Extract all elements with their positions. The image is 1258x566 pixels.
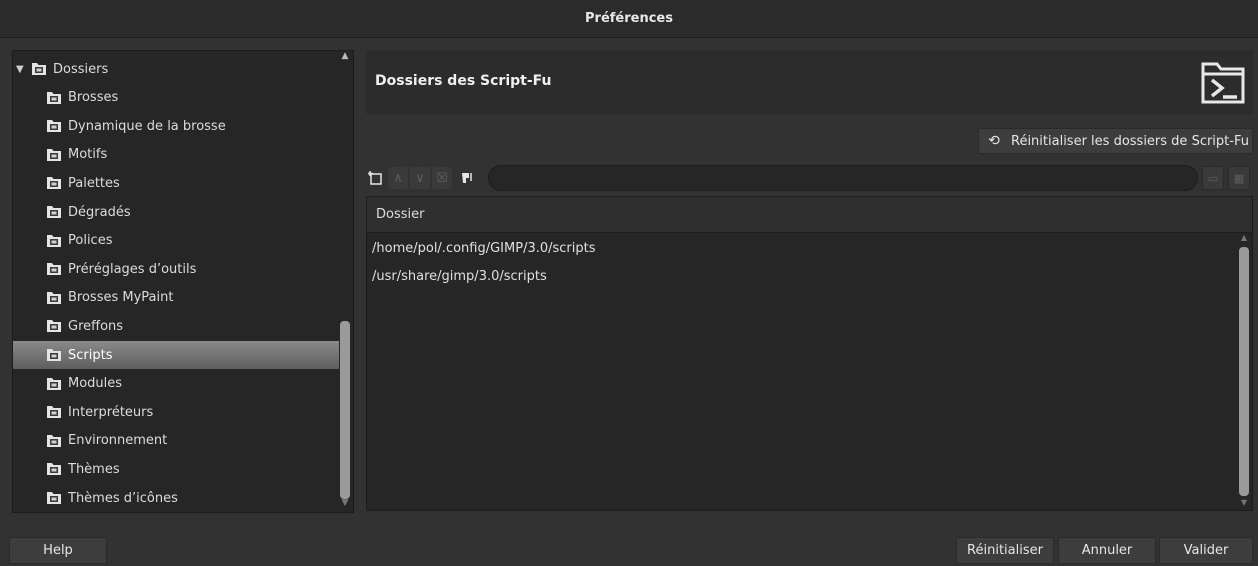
sidebar-item-label: Thèmes d’icônes [68, 490, 178, 506]
sidebar-item-label: Polices [68, 233, 113, 249]
sidebar-item-brosses[interactable]: Brosses [13, 84, 339, 112]
script-folder-icon [47, 349, 61, 361]
icon-theme-folder-icon [47, 492, 61, 504]
tool-preset-folder-icon [47, 263, 61, 276]
sidebar-item-brosses-mypaint[interactable]: Brosses MyPaint [13, 284, 339, 312]
window-title: Préférences [0, 0, 1258, 38]
page-header: Dossiers des Script-Fu [366, 50, 1253, 114]
writable-toggle-icon[interactable] [457, 167, 477, 189]
sidebar-item-label: Brosses MyPaint [68, 290, 174, 306]
sidebar-item-label: Environnement [68, 433, 168, 449]
open-folder-icon[interactable]: ▦ [1228, 166, 1250, 190]
reset-script-fu-folders-label: Réinitialiser les dossiers de Script-Fu [1011, 133, 1249, 149]
gradient-folder-icon [47, 206, 61, 218]
sidebar-item-label: Dossiers [53, 61, 109, 77]
cancel-button[interactable]: Annuler [1058, 537, 1156, 564]
sidebar-item-label: Thèmes [68, 461, 120, 477]
sidebar-item-palettes[interactable]: Palettes [13, 169, 339, 197]
folder-list: Dossier /home/pol/.config/GIMP/3.0/scrip… [366, 196, 1253, 511]
folder-toolbar: ∧ ∨ ☒ ▭ ▦ [366, 165, 1253, 191]
list-scrollbar[interactable]: ▲ ▼ [1237, 233, 1251, 510]
sidebar-item-label: Modules [68, 376, 123, 392]
theme-folder-icon [47, 463, 61, 476]
sidebar-item-label: Greffons [68, 318, 124, 334]
sidebar-item-interpr-teurs[interactable]: Interpréteurs [13, 398, 339, 426]
scroll-up-arrow-icon[interactable]: ▲ [1237, 233, 1251, 245]
ok-button[interactable]: Valider [1159, 537, 1253, 564]
sidebar-item-label: Préréglages d’outils [68, 261, 197, 277]
mypaint-folder-icon [47, 291, 61, 304]
column-header-dossier[interactable]: Dossier [367, 197, 1252, 233]
interpreter-folder-icon [47, 406, 61, 419]
list-item[interactable]: /usr/share/gimp/3.0/scripts [372, 269, 547, 291]
delete-folder-icon[interactable]: ☒ [432, 167, 452, 189]
move-down-icon[interactable]: ∨ [410, 167, 430, 189]
sidebar-item-label: Brosses [68, 90, 119, 106]
sidebar-item-environnement[interactable]: Environnement [13, 427, 339, 455]
folder-path-input[interactable] [488, 165, 1198, 191]
move-up-icon[interactable]: ∧ [388, 167, 408, 189]
preferences-window: Préférences ▼ Dossiers Brosses Dynamique de… [0, 0, 1258, 566]
sidebar-item-label: Motifs [68, 147, 108, 163]
sidebar-item-dossiers[interactable]: ▼ Dossiers [13, 55, 339, 83]
palette-folder-icon [47, 177, 61, 190]
expander-arrow-icon[interactable]: ▼ [16, 64, 24, 75]
font-folder-icon [47, 234, 61, 247]
sidebar-item-greffons[interactable]: Greffons [13, 312, 339, 340]
tree-scrollbar[interactable]: ▲ ▼ [338, 51, 352, 512]
brush-folder-icon [47, 91, 61, 104]
sidebar-item-label: Scripts [68, 347, 113, 363]
sidebar-item-label: Palettes [68, 175, 120, 191]
plugin-folder-icon [47, 320, 61, 333]
list-scrollbar-thumb[interactable] [1239, 247, 1249, 496]
help-button[interactable]: Help [9, 537, 107, 564]
sidebar-item-pr-r-glages-d-outils[interactable]: Préréglages d’outils [13, 255, 339, 283]
reset-icon: ⟲ [988, 133, 1000, 149]
browse-folder-icon[interactable]: ▭ [1202, 166, 1224, 190]
scroll-down-arrow-icon[interactable]: ▼ [1237, 498, 1251, 510]
preferences-tree: ▼ Dossiers Brosses Dynamique de la brosse Mo… [12, 50, 354, 513]
sidebar-item-th-mes-d-ic-nes[interactable]: Thèmes d’icônes [13, 484, 339, 512]
sidebar-item-dynamique-de-la-brosse[interactable]: Dynamique de la brosse [13, 112, 339, 140]
sidebar-item-label: Dynamique de la brosse [68, 118, 226, 134]
scroll-up-arrow-icon[interactable]: ▲ [338, 51, 352, 65]
new-folder-icon[interactable] [366, 167, 386, 189]
dynamics-folder-icon [47, 120, 61, 133]
sidebar-item-label: Interpréteurs [68, 404, 154, 420]
folders-icon [32, 63, 46, 75]
page-title: Dossiers des Script-Fu [375, 73, 552, 89]
sidebar-item-polices[interactable]: Polices [13, 227, 339, 255]
module-folder-icon [47, 377, 61, 390]
scroll-down-arrow-icon[interactable]: ▼ [338, 498, 352, 512]
sidebar-item-label: Dégradés [68, 204, 131, 220]
sidebar-item-modules[interactable]: Modules [13, 370, 339, 398]
list-item[interactable]: /home/pol/.config/GIMP/3.0/scripts [372, 241, 596, 263]
sidebar-item-d-grad-s[interactable]: Dégradés [13, 198, 339, 226]
sidebar-item-motifs[interactable]: Motifs [13, 141, 339, 169]
sidebar-item-th-mes[interactable]: Thèmes [13, 455, 339, 483]
environment-folder-icon [47, 434, 61, 447]
script-folder-large-icon [1201, 62, 1245, 104]
sidebar-item-scripts[interactable]: Scripts [13, 341, 339, 369]
reset-script-fu-folders-button[interactable]: ⟲ Réinitialiser les dossiers de Script-F… [978, 128, 1253, 154]
tree-scrollbar-thumb[interactable] [340, 321, 350, 499]
pattern-folder-icon [47, 148, 61, 161]
reset-button[interactable]: Réinitialiser [956, 537, 1054, 564]
